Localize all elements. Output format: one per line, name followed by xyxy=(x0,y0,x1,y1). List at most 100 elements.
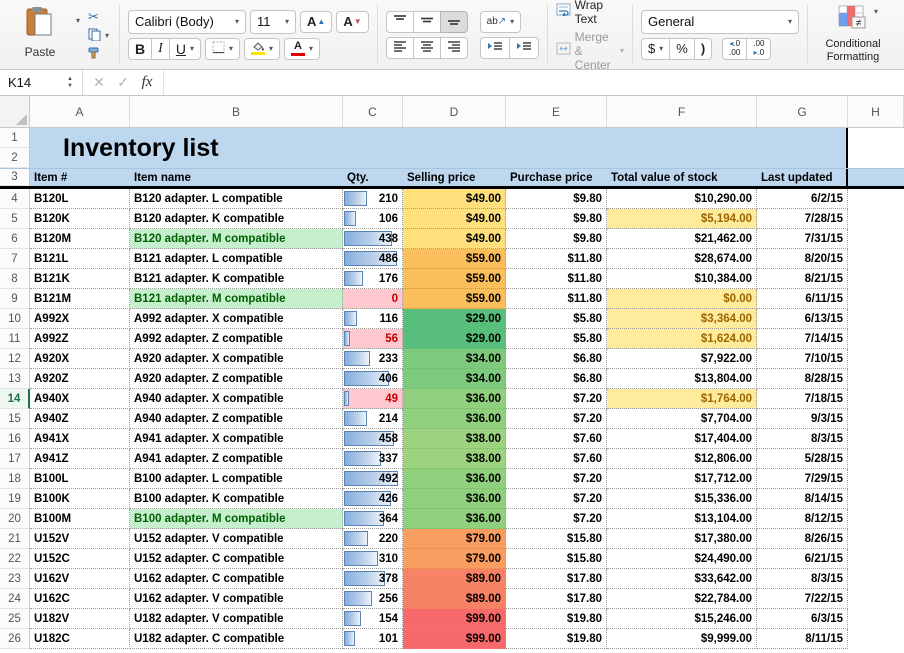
cell-total[interactable]: $17,380.00 xyxy=(607,529,757,549)
row-header-26[interactable]: 26 xyxy=(0,629,30,649)
empty-cell[interactable] xyxy=(848,389,904,409)
cell-qty[interactable]: 210 xyxy=(343,189,403,209)
table-header-6[interactable]: Total value of stock xyxy=(607,169,757,186)
cell-purchase[interactable]: $7.20 xyxy=(506,389,607,409)
cell-item[interactable]: U152V xyxy=(30,529,130,549)
empty-cell[interactable] xyxy=(848,489,904,509)
cell-name[interactable]: A941 adapter. Z compatible xyxy=(130,449,343,469)
cell-total[interactable]: $33,642.00 xyxy=(607,569,757,589)
cell-sell[interactable]: $59.00 xyxy=(403,269,506,289)
cell-sell[interactable]: $29.00 xyxy=(403,309,506,329)
cell-purchase[interactable]: $7.20 xyxy=(506,469,607,489)
cell-purchase[interactable]: $11.80 xyxy=(506,289,607,309)
cell-purchase[interactable]: $6.80 xyxy=(506,369,607,389)
increase-decimal-button[interactable]: ◂.0.00 xyxy=(722,38,746,60)
cell-updated[interactable]: 8/12/15 xyxy=(757,509,848,529)
cell-qty[interactable]: 0 xyxy=(343,289,403,309)
cell-item[interactable]: B100L xyxy=(30,469,130,489)
cell-item[interactable]: A941X xyxy=(30,429,130,449)
cell-item[interactable]: B121L xyxy=(30,249,130,269)
cell-name[interactable]: B100 adapter. M compatible xyxy=(130,509,343,529)
row-header-1[interactable]: 1 xyxy=(0,128,30,148)
cell-purchase[interactable]: $7.60 xyxy=(506,449,607,469)
column-header-G[interactable]: G xyxy=(757,96,848,127)
empty-cell[interactable] xyxy=(848,269,904,289)
table-header-4[interactable]: Selling price xyxy=(403,169,506,186)
cell-name[interactable]: U152 adapter. C compatible xyxy=(130,549,343,569)
cell-total[interactable]: $1,624.00 xyxy=(607,329,757,349)
cell-purchase[interactable]: $15.80 xyxy=(506,549,607,569)
cell-qty[interactable]: 233 xyxy=(343,349,403,369)
orientation-button[interactable]: ab↗▾ xyxy=(480,11,522,33)
underline-button[interactable]: U▾ xyxy=(169,38,201,60)
cell-purchase[interactable]: $9.80 xyxy=(506,229,607,249)
cell-purchase[interactable]: $5.80 xyxy=(506,329,607,349)
row-header-11[interactable]: 11 xyxy=(0,329,30,349)
cell-qty[interactable]: 220 xyxy=(343,529,403,549)
cell-sell[interactable]: $89.00 xyxy=(403,569,506,589)
cell-name[interactable]: B100 adapter. L compatible xyxy=(130,469,343,489)
cell-updated[interactable]: 6/13/15 xyxy=(757,309,848,329)
cell-name[interactable]: A941 adapter. X compatible xyxy=(130,429,343,449)
cell-sell[interactable]: $36.00 xyxy=(403,469,506,489)
empty-cell[interactable] xyxy=(848,209,904,229)
column-header-B[interactable]: B xyxy=(130,96,343,127)
empty-cell[interactable] xyxy=(848,289,904,309)
cell-sell[interactable]: $38.00 xyxy=(403,429,506,449)
cell-qty[interactable]: 214 xyxy=(343,409,403,429)
cell-name[interactable]: B120 adapter. K compatible xyxy=(130,209,343,229)
cell-sell[interactable]: $36.00 xyxy=(403,389,506,409)
cell-item[interactable]: A940Z xyxy=(30,409,130,429)
cell-purchase[interactable]: $11.80 xyxy=(506,249,607,269)
cell-updated[interactable]: 9/3/15 xyxy=(757,409,848,429)
row-header-10[interactable]: 10 xyxy=(0,309,30,329)
cell-purchase[interactable]: $17.80 xyxy=(506,589,607,609)
paste-dropdown-arrow[interactable]: ▾ xyxy=(76,16,80,25)
row-header-8[interactable]: 8 xyxy=(0,269,30,289)
cell-name[interactable]: U162 adapter. C compatible xyxy=(130,569,343,589)
empty-cell[interactable] xyxy=(848,609,904,629)
formula-input[interactable] xyxy=(163,70,904,95)
empty-cell[interactable] xyxy=(848,249,904,269)
empty-cell[interactable] xyxy=(848,549,904,569)
cell-updated[interactable]: 6/2/15 xyxy=(757,189,848,209)
empty-cell[interactable] xyxy=(848,429,904,449)
valign-middle-button[interactable] xyxy=(413,11,440,33)
percent-button[interactable]: % xyxy=(669,38,694,60)
cell-updated[interactable]: 5/28/15 xyxy=(757,449,848,469)
cell-updated[interactable]: 8/26/15 xyxy=(757,529,848,549)
cell-sell[interactable]: $36.00 xyxy=(403,409,506,429)
empty-cell[interactable] xyxy=(848,148,904,168)
cell-item[interactable]: U162V xyxy=(30,569,130,589)
row-header-21[interactable]: 21 xyxy=(0,529,30,549)
cell-item[interactable]: U162C xyxy=(30,589,130,609)
cell-purchase[interactable]: $19.80 xyxy=(506,629,607,649)
enter-icon[interactable]: ✓ xyxy=(111,74,135,91)
cell-updated[interactable]: 6/3/15 xyxy=(757,609,848,629)
row-header-7[interactable]: 7 xyxy=(0,249,30,269)
cell-purchase[interactable]: $9.80 xyxy=(506,209,607,229)
cell-total[interactable]: $3,364.00 xyxy=(607,309,757,329)
row-header-3[interactable]: 3 xyxy=(0,169,30,186)
font-name-select[interactable]: Calibri (Body)▾ xyxy=(128,10,246,34)
table-header-5[interactable]: Purchase price xyxy=(506,169,607,186)
cell-qty[interactable]: 486 xyxy=(343,249,403,269)
cell-total[interactable]: $24,490.00 xyxy=(607,549,757,569)
table-header-7[interactable]: Last updated xyxy=(757,169,848,186)
cell-updated[interactable]: 7/22/15 xyxy=(757,589,848,609)
cell-updated[interactable]: 8/21/15 xyxy=(757,269,848,289)
cell-sell[interactable]: $79.00 xyxy=(403,549,506,569)
row-header-18[interactable]: 18 xyxy=(0,469,30,489)
row-header-13[interactable]: 13 xyxy=(0,369,30,389)
cell-name[interactable]: U182 adapter. V compatible xyxy=(130,609,343,629)
column-header-H[interactable]: H xyxy=(848,96,904,127)
cell-updated[interactable]: 8/11/15 xyxy=(757,629,848,649)
borders-button[interactable]: ▾ xyxy=(205,38,240,60)
empty-cell[interactable] xyxy=(848,409,904,429)
format-painter-button[interactable] xyxy=(86,46,104,63)
cell-item[interactable]: A992Z xyxy=(30,329,130,349)
cell-total[interactable]: $22,784.00 xyxy=(607,589,757,609)
cell-sell[interactable]: $29.00 xyxy=(403,329,506,349)
name-box-stepper[interactable]: ▲▼ xyxy=(62,76,78,89)
cell-name[interactable]: B121 adapter. K compatible xyxy=(130,269,343,289)
